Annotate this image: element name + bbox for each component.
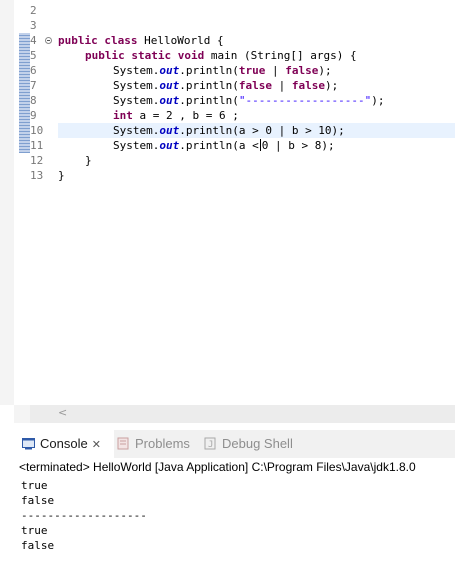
code-line-7[interactable]: System.out.println("------------------")… (0, 78, 455, 107)
code-line-10[interactable]: System.out.println(a <0 | b > 8); (0, 123, 455, 152)
code-line-12[interactable]: } (0, 153, 455, 182)
console-output-line: ------------------- (21, 509, 147, 522)
code-editor[interactable]: 2 3 4 5 6 7 8 9 10 11 12 13 public class… (0, 0, 455, 405)
console-status-line: <terminated> HelloWorld [Java Applicatio… (19, 460, 416, 474)
console-output-line: false (21, 539, 55, 552)
code-line-6[interactable]: System.out.println(false | false); (0, 63, 455, 92)
code-line-4[interactable]: public static void main (String[] args) … (0, 33, 455, 62)
code-line-9[interactable]: System.out.println(a > 0 | b > 10); (0, 108, 455, 137)
svg-text:J: J (208, 440, 213, 450)
code-line-8[interactable]: int a = 2 , b = 6 ; (0, 93, 455, 122)
console-output-line: true (21, 524, 48, 537)
code-line-5[interactable]: System.out.println(true | false); (0, 48, 455, 77)
horizontal-scrollbar[interactable]: < (30, 405, 455, 423)
view-tab-bar: Console ✕ Problems J Debug Shell (14, 430, 455, 458)
code-line-11[interactable]: } (0, 138, 455, 167)
close-icon[interactable]: ✕ (92, 439, 101, 451)
line-number: 13 (30, 169, 44, 182)
tab-console[interactable]: Console ✕ (22, 430, 101, 458)
tab-debug-shell[interactable]: J Debug Shell (204, 430, 293, 458)
scroll-left-arrow-icon[interactable]: < (58, 406, 67, 419)
code-line-3[interactable]: public class HelloWorld { (0, 18, 455, 47)
editor-ruler-bottom (14, 405, 30, 423)
debug-shell-icon: J (204, 432, 217, 460)
tab-problems[interactable]: Problems (117, 430, 190, 458)
console-output-line: false (21, 494, 55, 507)
console-view: Console ✕ Problems J Debug Shell <termina… (0, 430, 455, 562)
console-icon (22, 432, 35, 460)
console-output-line: true (21, 479, 48, 492)
problems-icon (117, 432, 130, 460)
line-number: 2 (30, 4, 37, 17)
